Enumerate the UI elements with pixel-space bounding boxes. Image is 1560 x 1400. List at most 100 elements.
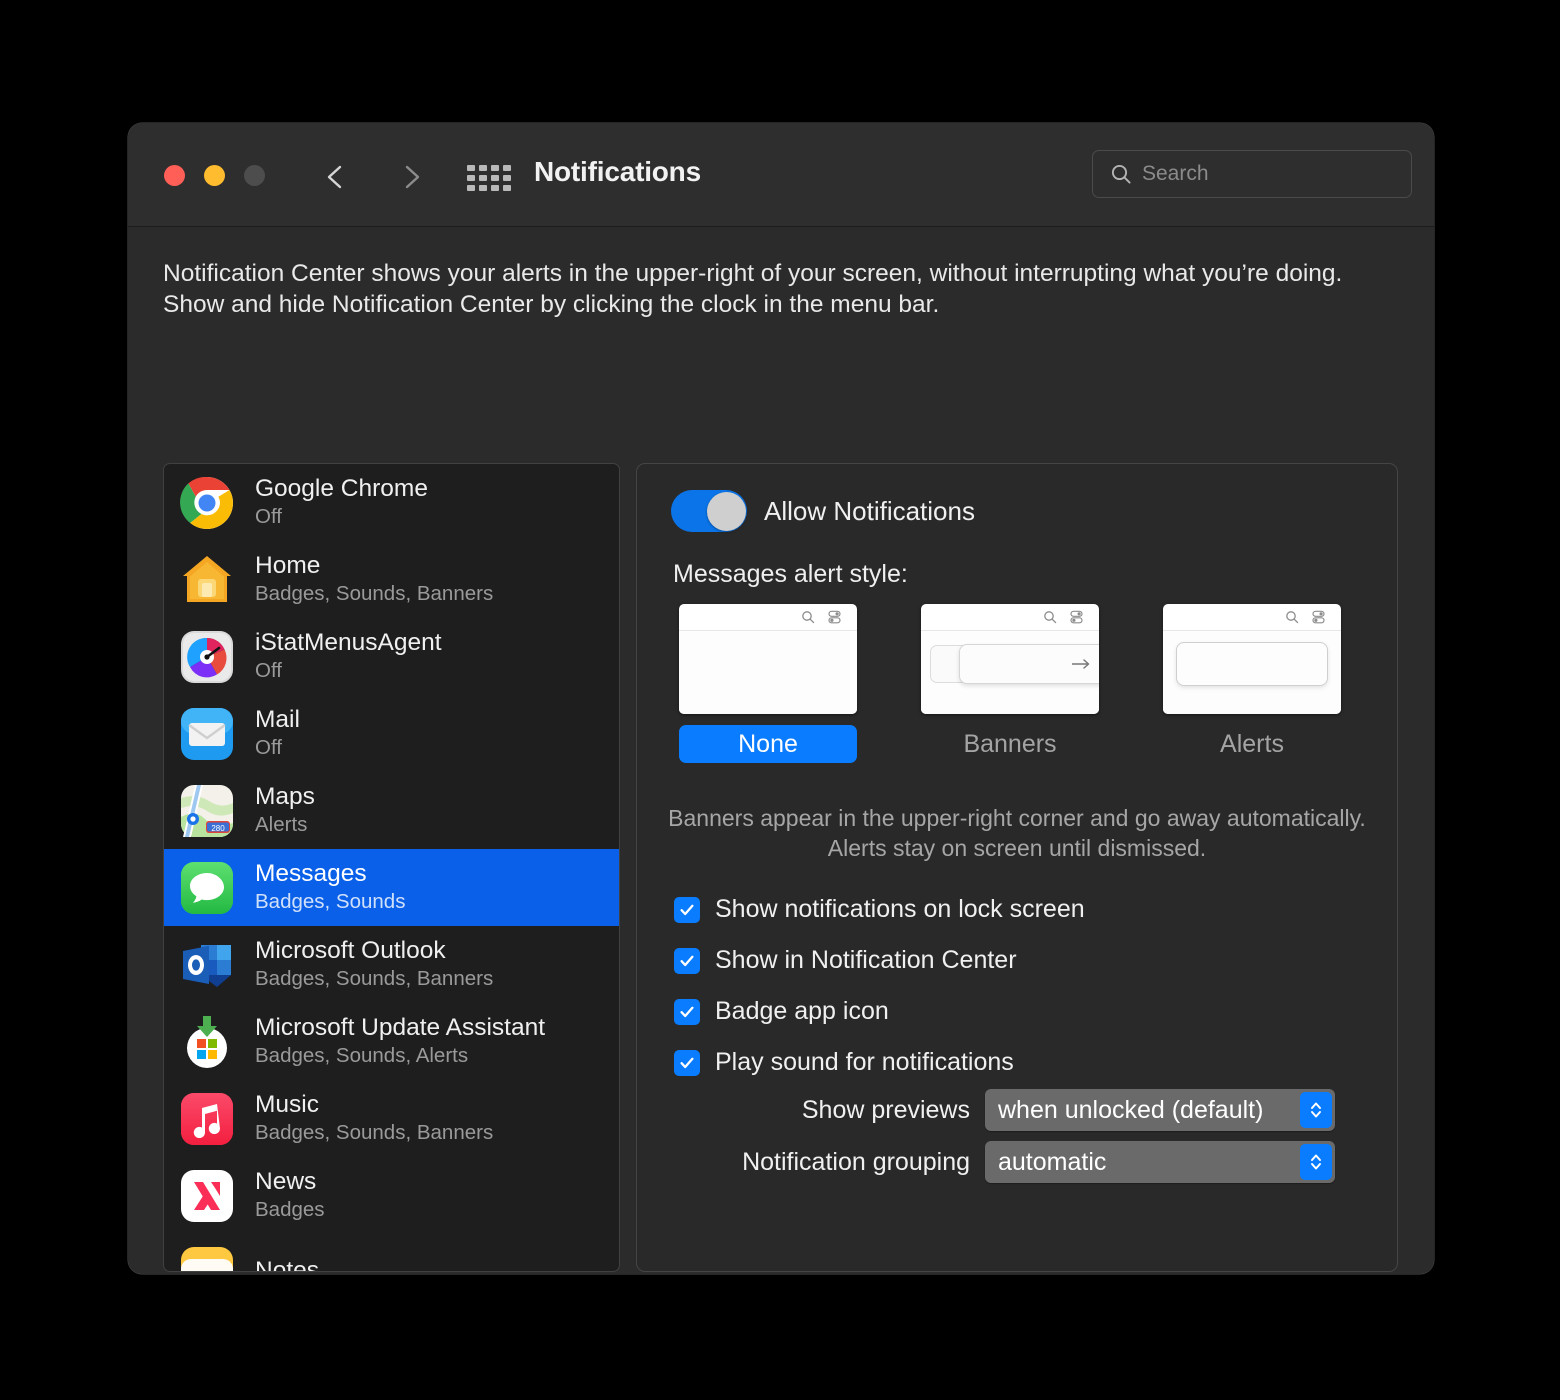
app-name: Notes — [255, 1257, 320, 1272]
chevron-updown-icon[interactable] — [1300, 1144, 1332, 1180]
check-icon — [680, 1006, 694, 1017]
list-item-microsoft-outlook[interactable]: Microsoft Outlook Badges, Sounds, Banner… — [164, 926, 619, 1003]
window-toolbar: Notifications — [128, 123, 1434, 227]
thumbnail-titlebar — [1163, 604, 1341, 631]
mail-icon — [179, 706, 235, 762]
allow-notifications-row[interactable]: Allow Notifications — [671, 490, 975, 532]
show-previews-row: Show previews when unlocked (default) — [637, 1084, 1397, 1136]
list-item-music[interactable]: Music Badges, Sounds, Banners — [164, 1080, 619, 1157]
alert-style-none-label[interactable]: None — [679, 725, 857, 763]
list-item-text: Microsoft Update Assistant Badges, Sound… — [255, 1014, 545, 1069]
list-item-home[interactable]: Home Badges, Sounds, Banners — [164, 541, 619, 618]
forward-button[interactable] — [395, 161, 427, 193]
allow-notifications-toggle[interactable] — [671, 490, 747, 532]
alert-style-alerts-thumbnail[interactable] — [1163, 604, 1341, 714]
panel-selects: Show previews when unlocked (default) No… — [637, 1084, 1397, 1188]
traffic-lights — [164, 165, 265, 186]
app-status: Badges, Sounds, Banners — [255, 582, 494, 606]
close-button[interactable] — [164, 165, 185, 186]
list-item-text: Microsoft Outlook Badges, Sounds, Banner… — [255, 937, 493, 992]
check-icon — [680, 904, 694, 915]
search-box[interactable] — [1092, 150, 1412, 198]
thumbnail-search-icon — [801, 610, 815, 629]
alert-style-none-thumbnail[interactable] — [679, 604, 857, 714]
checkbox-label: Badge app icon — [715, 997, 889, 1025]
alert-style-choices: None Banners Alerts — [679, 604, 1369, 763]
app-status: Badges, Sounds — [255, 890, 406, 914]
music-icon — [179, 1091, 235, 1147]
list-item-google-chrome[interactable]: Google Chrome Off — [164, 464, 619, 541]
chevron-left-icon — [327, 165, 342, 189]
checkbox-lock-screen[interactable] — [674, 896, 700, 923]
notification-grouping-value: automatic — [998, 1147, 1107, 1176]
svg-text:280: 280 — [211, 824, 225, 833]
thumbnail-titlebar — [921, 604, 1099, 631]
thumbnail-toggles-icon — [1312, 610, 1326, 629]
list-item-mail[interactable]: Mail Off — [164, 695, 619, 772]
chevron-updown-icon[interactable] — [1300, 1092, 1332, 1128]
list-item-maps[interactable]: 280 Maps Alerts — [164, 772, 619, 849]
list-item-text: iStatMenusAgent Off — [255, 629, 442, 684]
notification-grouping-row: Notification grouping automatic — [637, 1136, 1397, 1188]
app-status: Off — [255, 659, 282, 683]
list-item-text: Google Chrome Off — [255, 475, 428, 530]
alert-card — [1176, 642, 1328, 686]
app-status: Badges, Sounds, Alerts — [255, 1044, 469, 1068]
show-all-grid-icon[interactable] — [467, 165, 511, 191]
check-icon — [680, 1057, 694, 1068]
notification-grouping-select[interactable]: automatic — [985, 1141, 1335, 1183]
maps-icon: 280 — [179, 783, 235, 839]
checkbox-notification-center[interactable] — [674, 947, 700, 974]
istatmenus-icon — [179, 629, 235, 685]
list-item-notes[interactable]: Notes — [164, 1234, 619, 1272]
back-button[interactable] — [320, 161, 352, 193]
app-list[interactable]: Google Chrome Off Home Badges, Sounds, B… — [163, 463, 620, 1272]
checkbox-row-badge-app-icon[interactable]: Badge app icon — [674, 986, 1085, 1037]
thumbnail-toggles-icon — [828, 610, 842, 629]
app-status: Badges, Sounds, Banners — [255, 967, 494, 991]
messages-icon — [179, 860, 235, 916]
chevron-right-icon — [405, 165, 420, 189]
news-icon — [179, 1168, 235, 1224]
thumbnail-search-icon — [1285, 610, 1299, 629]
banner-front-card — [959, 644, 1099, 684]
alert-style-banners-label[interactable]: Banners — [921, 725, 1099, 763]
alert-style-banners-thumbnail[interactable] — [921, 604, 1099, 714]
checkbox-row-lock-screen[interactable]: Show notifications on lock screen — [674, 884, 1085, 935]
thumbnail-search-icon — [1043, 610, 1057, 629]
show-previews-value: when unlocked (default) — [998, 1095, 1264, 1124]
list-item-text: Maps Alerts — [255, 783, 315, 838]
list-item-text: Music Badges, Sounds, Banners — [255, 1091, 493, 1146]
app-name: Microsoft Outlook — [255, 937, 446, 965]
list-item-news[interactable]: News Badges — [164, 1157, 619, 1234]
checkbox-label: Show in Notification Center — [715, 946, 1017, 974]
toggle-knob — [706, 491, 746, 531]
arrow-right-icon — [1070, 657, 1092, 676]
show-previews-select[interactable]: when unlocked (default) — [985, 1089, 1335, 1131]
list-item-text: Home Badges, Sounds, Banners — [255, 552, 493, 607]
checkbox-row-play-sound[interactable]: Play sound for notifications — [674, 1037, 1085, 1088]
alert-style-helper-text: Banners appear in the upper-right corner… — [668, 805, 1366, 861]
alert-style-banners[interactable]: Banners — [921, 604, 1099, 763]
alert-style-none[interactable]: None — [679, 604, 857, 763]
search-icon — [1109, 162, 1133, 186]
thumbnail-body — [679, 631, 857, 714]
list-item-microsoft-update-assistant[interactable]: Microsoft Update Assistant Badges, Sound… — [164, 1003, 619, 1080]
zoom-button[interactable] — [244, 165, 265, 186]
checkbox-row-notification-center[interactable]: Show in Notification Center — [674, 935, 1085, 986]
search-input[interactable] — [1142, 162, 1372, 186]
alert-style-alerts[interactable]: Alerts — [1163, 604, 1341, 763]
list-item-messages[interactable]: Messages Badges, Sounds — [164, 849, 619, 926]
checkbox-badge-app-icon[interactable] — [674, 998, 700, 1025]
alert-style-alerts-label[interactable]: Alerts — [1163, 725, 1341, 763]
notification-options: Show notifications on lock screen Show i… — [674, 884, 1085, 1088]
app-name: Google Chrome — [255, 475, 428, 503]
list-item-istatmenusagent[interactable]: iStatMenusAgent Off — [164, 618, 619, 695]
check-icon — [680, 955, 694, 966]
app-status: Badges, Sounds, Banners — [255, 1121, 494, 1145]
checkbox-play-sound[interactable] — [674, 1049, 700, 1076]
app-status: Badges — [255, 1198, 325, 1222]
minimize-button[interactable] — [204, 165, 225, 186]
alert-style-label: Messages alert style: — [673, 560, 908, 588]
app-name: Music — [255, 1091, 319, 1119]
